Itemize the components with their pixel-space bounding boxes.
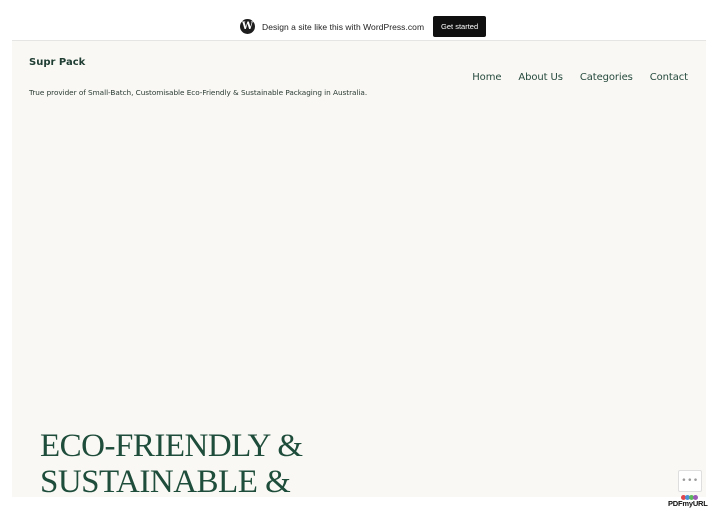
wordpress-promo-content: W Design a site like this with WordPress… bbox=[240, 16, 487, 37]
pdfmyurl-text: PDFmyURL bbox=[668, 499, 708, 508]
main-navigation: Home About Us Categories Contact bbox=[472, 72, 688, 83]
pdfmyurl-watermark: PDFmyURL bbox=[668, 495, 712, 508]
nav-item-contact[interactable]: Contact bbox=[650, 72, 688, 83]
site-tagline: True provider of Small-Batch, Customisab… bbox=[29, 88, 368, 97]
site-title[interactable]: Supr Pack bbox=[29, 57, 85, 68]
site-page: Supr Pack True provider of Small-Batch, … bbox=[12, 40, 706, 497]
wordpress-promo-bar: W Design a site like this with WordPress… bbox=[0, 0, 719, 40]
ellipsis-icon: ••• bbox=[681, 476, 699, 486]
nav-item-about-us[interactable]: About Us bbox=[518, 72, 563, 83]
hero-heading-line-2: SUSTAINABLE & bbox=[40, 464, 291, 497]
nav-item-categories[interactable]: Categories bbox=[580, 72, 633, 83]
more-actions-button[interactable]: ••• bbox=[678, 470, 702, 492]
get-started-button[interactable]: Get started bbox=[433, 16, 487, 37]
nav-item-home[interactable]: Home bbox=[472, 72, 501, 83]
wordpress-logo-icon[interactable]: W bbox=[240, 19, 255, 34]
wordpress-promo-text[interactable]: Design a site like this with WordPress.c… bbox=[262, 22, 424, 32]
hero-heading-line-1: ECO-FRIENDLY & bbox=[40, 428, 303, 464]
hero-heading: ECO-FRIENDLY & SUSTAINABLE & bbox=[40, 428, 303, 497]
